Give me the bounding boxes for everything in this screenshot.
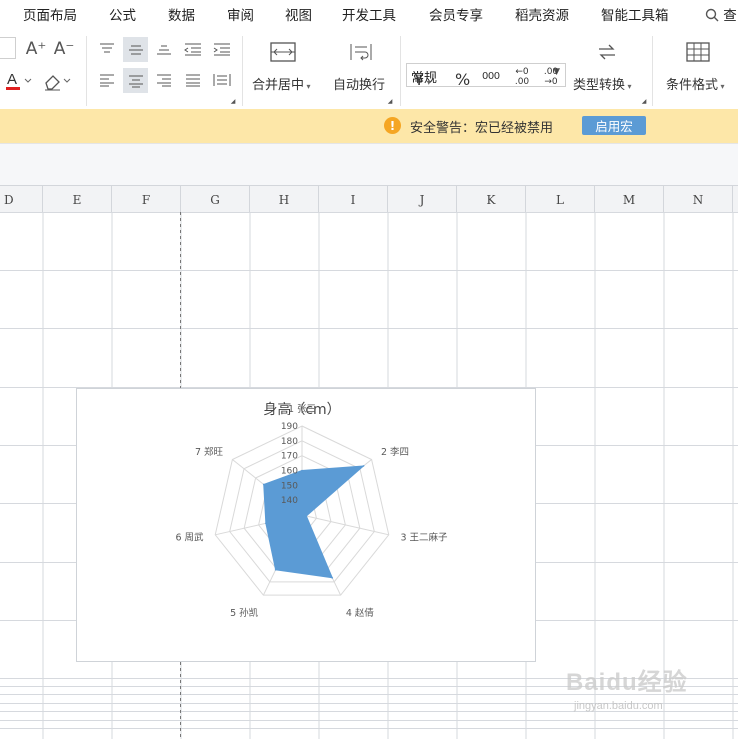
search-label: 查 — [723, 8, 737, 24]
radar-category-label: 4 赵倩 — [346, 607, 375, 619]
menu-review[interactable]: 审阅 — [227, 4, 254, 24]
radar-category-label: 7 郑旺 — [195, 446, 224, 458]
conditional-format-button[interactable]: 条件格式 ▾ — [666, 74, 725, 93]
thousands-button[interactable]: 000 — [482, 71, 500, 82]
column-header[interactable]: L — [526, 186, 595, 213]
enable-macro-button[interactable]: 启用宏 — [582, 116, 646, 135]
radar-data-point — [305, 515, 308, 517]
currency-button[interactable]: ¥ ▾ — [414, 70, 431, 89]
warning-icon: ! — [384, 117, 401, 134]
column-header-row: D E F G H I J K L M N — [0, 185, 738, 214]
menu-formulas[interactable]: 公式 — [109, 4, 136, 24]
merge-center-icon[interactable] — [268, 40, 298, 64]
column-header[interactable]: N — [664, 186, 733, 213]
svg-text:A: A — [7, 71, 17, 88]
radar-category-label: 6 周武 — [175, 531, 204, 543]
justify-icon[interactable] — [182, 69, 204, 91]
ribbon-separator — [86, 36, 87, 106]
radar-tick-label: 150 — [281, 481, 298, 491]
radar-tick-label: 170 — [281, 452, 298, 462]
column-header[interactable]: F — [112, 186, 181, 213]
merge-center-button[interactable]: 合并居中 ▾ — [252, 74, 311, 93]
column-header[interactable]: J — [388, 186, 457, 213]
radar-category-label: 2 李四 — [381, 446, 409, 458]
align-bottom-icon[interactable] — [153, 38, 175, 60]
security-warning-text: 安全警告：宏已经被禁用 — [410, 121, 554, 136]
merge-center-label: 合并居中 — [252, 78, 305, 93]
menu-bar: 页面布局 公式 数据 审阅 视图 开发工具 会员专享 稻壳资源 智能工具箱 查 — [0, 0, 738, 26]
font-size-down-button[interactable]: A⁻ — [54, 39, 75, 59]
align-center-icon[interactable] — [123, 68, 148, 93]
ribbon-separator — [400, 36, 401, 106]
watermark-url: jingyan.baidu.com — [574, 700, 663, 712]
radar-data-point — [274, 568, 277, 571]
type-convert-label: 类型转换 — [573, 78, 626, 93]
column-header[interactable]: D — [0, 186, 43, 213]
search-icon[interactable]: 查 — [705, 4, 737, 24]
menu-smart-tools[interactable]: 智能工具箱 — [601, 4, 669, 24]
align-top-icon[interactable] — [96, 38, 118, 60]
radar-chart[interactable]: 身高（cm） 140 150 160 170 180 190 1 张三 2 李四 3 王二麻子 4… — [76, 388, 536, 662]
ribbon-separator — [652, 36, 653, 106]
ribbon-separator — [242, 36, 243, 106]
conditional-format-icon[interactable] — [684, 40, 712, 64]
percent-button[interactable]: % — [455, 70, 470, 89]
radar-category-label: 5 孙凯 — [230, 607, 259, 619]
align-right-icon[interactable] — [153, 69, 175, 91]
eraser-icon[interactable] — [42, 70, 74, 92]
radar-data-point — [362, 465, 365, 467]
formula-bar-area[interactable] — [0, 143, 738, 186]
indent-increase-icon[interactable] — [211, 38, 233, 60]
radar-data-point — [265, 522, 267, 525]
font-color-button[interactable]: A — [4, 70, 34, 92]
align-left-icon[interactable] — [96, 69, 118, 91]
column-header[interactable]: H — [250, 186, 319, 213]
column-header[interactable]: K — [457, 186, 526, 213]
menu-data[interactable]: 数据 — [168, 4, 195, 24]
column-header[interactable]: M — [595, 186, 664, 213]
conditional-format-label: 条件格式 — [666, 78, 719, 93]
wrap-text-icon[interactable] — [346, 40, 376, 64]
currency-symbol: ¥ — [414, 70, 425, 89]
column-header[interactable]: I — [319, 186, 388, 213]
radar-data-point — [301, 469, 303, 472]
menu-developer[interactable]: 开发工具 — [342, 4, 396, 24]
align-middle-icon[interactable] — [123, 37, 148, 62]
decimal-decrease-button[interactable]: .00 →0 — [540, 67, 562, 87]
radar-spoke — [301, 514, 389, 536]
radar-tick-label: 160 — [281, 467, 298, 477]
radar-tick-label: 190 — [281, 422, 298, 432]
baidu-logo: Baidu经验 — [566, 669, 688, 696]
radar-category-label: 3 王二麻子 — [400, 531, 448, 543]
column-header[interactable]: G — [181, 186, 250, 213]
merge-dialog-icon[interactable]: ◢ — [387, 98, 393, 105]
radar-category-label: 1 张三 — [288, 404, 316, 415]
radar-data-point — [331, 577, 334, 579]
radar-tick-label: 140 — [281, 496, 298, 506]
menu-view[interactable]: 视图 — [285, 4, 312, 24]
column-header[interactable]: E — [43, 186, 112, 213]
radar-data-point — [262, 483, 265, 486]
type-convert-icon[interactable] — [594, 40, 620, 64]
decimal-increase-button[interactable]: ←0 .00 — [511, 67, 533, 87]
alignment-dialog-icon[interactable]: ◢ — [230, 98, 236, 105]
ribbon-toolbar: A⁺ A⁻ A ◢ 合并居中 ▾ 自动换行 ◢ 常规 ▼ ¥ ▾ % 000 ←… — [0, 26, 738, 109]
font-size-up-button[interactable]: A⁺ — [26, 39, 47, 59]
wrap-text-button[interactable]: 自动换行 — [333, 74, 385, 93]
distributed-align-icon[interactable] — [211, 69, 233, 91]
menu-docer[interactable]: 稻壳资源 — [515, 4, 569, 24]
menu-page-layout[interactable]: 页面布局 — [23, 4, 77, 24]
font-size-box[interactable] — [0, 37, 16, 59]
type-convert-button[interactable]: 类型转换 ▾ — [573, 74, 632, 93]
indent-decrease-icon[interactable] — [182, 38, 204, 60]
radar-tick-label: 180 — [281, 437, 298, 447]
menu-member[interactable]: 会员专享 — [429, 4, 483, 24]
number-dialog-icon[interactable]: ◢ — [641, 98, 647, 105]
